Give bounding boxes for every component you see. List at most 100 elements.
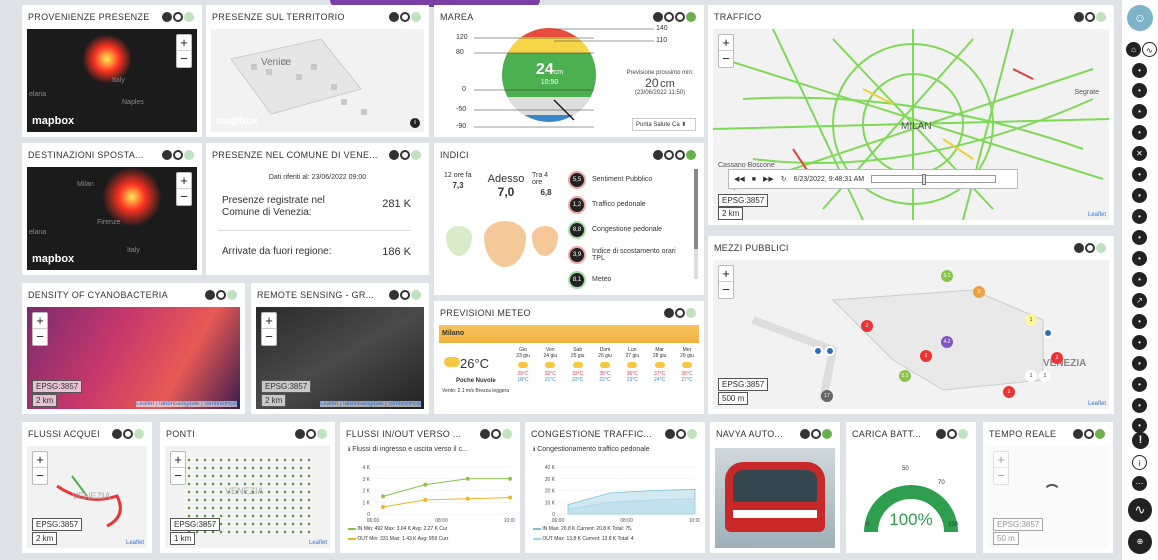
rewind-icon[interactable]: ◀◀ [734,175,745,183]
pause-icon[interactable]: ■ [752,176,756,183]
widget-controls[interactable] [389,150,421,160]
widget-controls[interactable] [162,150,194,160]
widget-controls[interactable] [1073,429,1105,439]
layer-icon-1[interactable]: • [1132,63,1147,78]
widget-controls[interactable] [389,12,421,22]
widget-controls[interactable] [665,429,697,439]
realtime-map[interactable]: + − EPSG:3857 50 m [988,446,1108,548]
zoom-control[interactable]: + − [718,34,734,68]
twitter-icon[interactable]: • [1132,335,1147,350]
satellite-map[interactable]: + − EPSG:3857 2 km Leaflet | fabbricadigi… [256,307,424,409]
alert-icon[interactable]: ! [1132,432,1149,449]
widget-controls[interactable] [112,429,144,439]
wave-icon[interactable]: ∿ [1128,498,1152,522]
car-icon[interactable]: • [1132,230,1147,245]
timestamp: 6/23/2022, 9:48:31 AM [793,175,865,183]
transit-marker[interactable]: 3 [973,286,985,298]
zoom-control[interactable]: + − [32,451,48,485]
heatmap[interactable]: Milan Firenze Italy elana + − mapbox [27,167,197,270]
layer-icon-8[interactable]: • [1132,356,1147,371]
map-label: VENEZIA [1043,358,1087,369]
water-flow-map[interactable]: VENEZIA + − EPSG:3857 2 km Leaflet [27,446,147,548]
bus-marker-icon[interactable] [1043,328,1053,338]
arrow-icon[interactable]: ↗ [1132,293,1147,308]
bus-marker-icon[interactable] [825,346,835,356]
list-item[interactable]: 8,1 Meteo [568,267,693,292]
reload-icon[interactable]: ↻ [781,175,787,183]
attribution[interactable]: Leaflet [126,540,144,546]
home-icon[interactable]: ⌂ [1126,42,1141,57]
station-select[interactable]: Punta Salute Ca ⬍ [632,118,696,131]
layer-icon-7[interactable]: • [1132,314,1147,329]
current-temp: 26°C [460,356,490,371]
transit-marker[interactable]: 2 [1003,386,1015,398]
widget-controls[interactable] [653,150,696,160]
settings-icon[interactable]: ⊕ [1128,530,1152,554]
widget-controls[interactable] [205,290,237,300]
list-item[interactable]: 8,8 Congestione pedonale [568,217,693,242]
transit-marker[interactable]: 17 [821,390,833,402]
widget-controls[interactable] [295,429,327,439]
transit-marker[interactable]: 1 [1025,314,1037,326]
transit-map[interactable]: VENEZIA 5.1 3 1 2 2 4.2 1 17 5.1 2 2 1 +… [713,260,1109,409]
scrollbar[interactable] [694,169,698,279]
forward-icon[interactable]: ▶▶ [763,175,774,183]
transit-marker[interactable]: 2 [1051,352,1063,364]
zoom-control[interactable]: + − [170,451,186,485]
layer-icon-11[interactable]: • [1132,418,1147,433]
transit-marker[interactable]: 4.2 [941,336,953,348]
layer-icon-6[interactable]: • [1132,272,1147,287]
tools-icon[interactable]: ✕ [1132,146,1147,161]
zoom-control[interactable]: + − [718,265,734,299]
cyano-map[interactable]: + − EPSG:3857 2 km Leaflet | fabbricadigi… [27,307,240,409]
widget-controls[interactable] [389,290,421,300]
zoom-control[interactable]: + − [993,451,1009,485]
zoom-control[interactable]: + − [261,312,277,346]
map-3d[interactable]: Venice mapbox i [211,29,424,132]
layer-icon-3[interactable]: • [1132,125,1147,140]
widget-controls[interactable] [800,429,832,439]
layer-icon-2[interactable]: • [1132,83,1147,98]
bus-marker-icon[interactable] [813,346,823,356]
list-item[interactable]: 1,2 Traffico pedonale [568,192,693,217]
widget-controls[interactable] [1074,12,1106,22]
bike-icon[interactable]: • [1132,104,1147,119]
transit-marker[interactable]: 1 [1025,370,1037,382]
layer-icon-9[interactable]: • [1132,377,1147,392]
transit-marker[interactable]: 2 [920,350,932,362]
widget-controls[interactable] [936,429,968,439]
attribution[interactable]: Leaflet | fabbricadigitale | SentinelHub [136,401,237,407]
zoom-control[interactable]: + − [32,312,48,346]
transit-marker[interactable]: 5.1 [941,270,953,282]
accessibility-icon[interactable]: • [1132,209,1147,224]
heatmap[interactable]: Italy Naples elana + − mapbox [27,29,197,132]
layer-icon-5[interactable]: • [1132,188,1147,203]
attribution[interactable]: Leaflet [1088,401,1106,407]
widget-controls[interactable] [480,429,512,439]
info-icon[interactable]: i [1132,455,1147,470]
user-avatar[interactable]: ☺ [1127,5,1153,31]
zoom-control[interactable]: + − [176,34,192,68]
widget-controls[interactable] [664,308,696,318]
time-player[interactable]: ◀◀ ■ ▶▶ ↻ 6/23/2022, 9:48:31 AM [728,169,1018,189]
battery-icon[interactable]: • [1132,251,1147,266]
traffic-map[interactable]: MILAN Cassano Boscone Segrate + − ◀◀ ■ ▶▶ ↻ … [713,29,1109,220]
attribution[interactable]: Leaflet [309,540,327,546]
chart-icon[interactable]: ∿ [1142,42,1157,57]
list-item[interactable]: 3,9 Indice di scostamento orari TPL [568,242,693,267]
layer-icon-10[interactable]: • [1132,398,1147,413]
attribution[interactable]: Leaflet [1088,212,1106,218]
layer-icon-4[interactable]: • [1132,167,1147,182]
widget-controls[interactable] [162,12,194,22]
list-item[interactable]: 5,5 Sentiment Pubblico [568,167,693,192]
transit-marker[interactable]: 2 [861,320,873,332]
attribution[interactable]: Leaflet | fabbricadigitale | SentinelHub [320,401,421,407]
zoom-control[interactable]: + − [176,172,192,206]
transit-marker[interactable]: 5.1 [899,370,911,382]
bridges-map[interactable]: VENEZIA + − EPSG:3857 1 km Leaflet [165,446,330,548]
more-icon[interactable]: ⋯ [1132,476,1147,491]
transit-marker[interactable]: 1 [1039,370,1051,382]
time-slider[interactable] [871,174,997,185]
widget-controls[interactable] [1074,243,1106,253]
info-icon[interactable]: i [410,118,420,128]
